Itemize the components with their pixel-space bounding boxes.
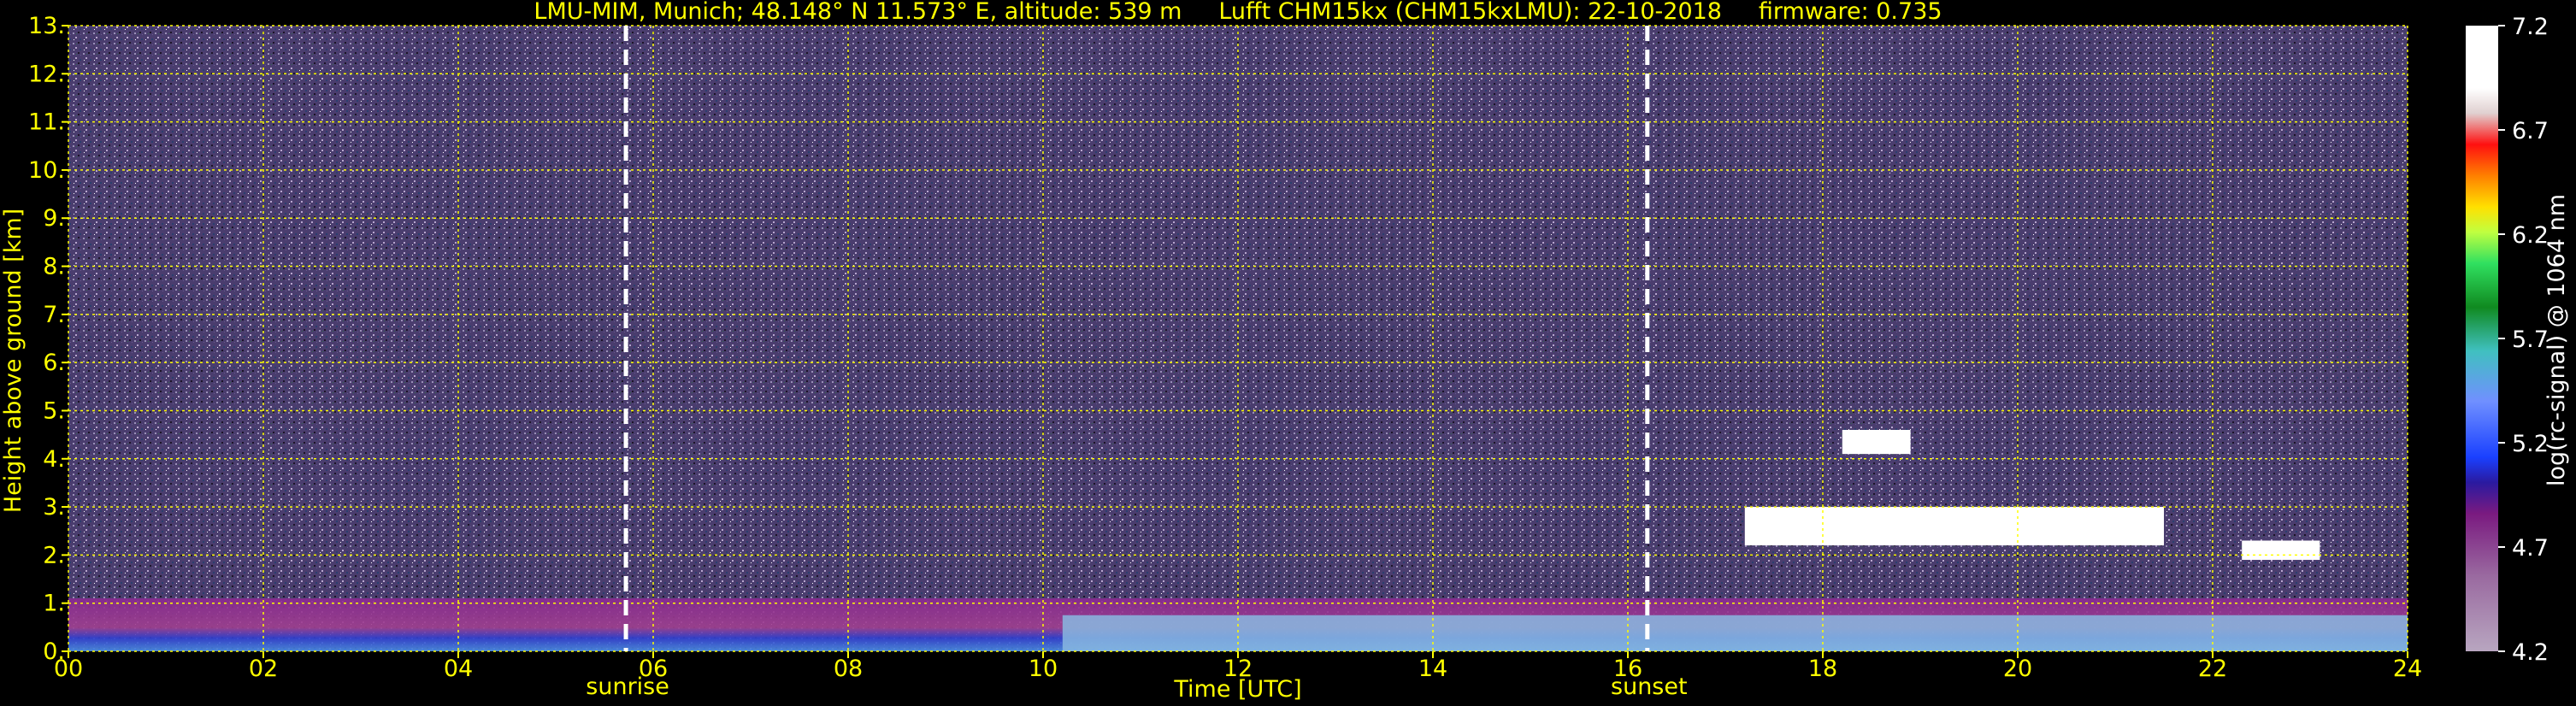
colorbar-tick-label: 6.7 <box>2512 118 2549 144</box>
x-tick-label: 14 <box>1418 656 1447 682</box>
y-axis-ticks: 0. 1. 2. 3. 4. 5. 6. 7. 8. 9. 10. 11. 12. 13. <box>28 13 68 665</box>
y-tick-label: 13. <box>28 13 65 39</box>
x-tick-label: 24 <box>2393 656 2422 682</box>
cloud-feature <box>1744 507 2164 546</box>
cloud-feature <box>2242 540 2320 561</box>
x-tick-label: 16 <box>1613 656 1642 682</box>
y-tick-label: 6. <box>43 350 65 376</box>
chart-title: LMU-MIM, Munich; 48.148° N 11.573° E, al… <box>533 0 1942 25</box>
y-tick-label: 9. <box>43 205 65 232</box>
x-tick-label: 04 <box>444 656 473 682</box>
y-tick-label: 0. <box>43 638 65 665</box>
aerosol-layer <box>1062 615 2408 651</box>
y-tick-label: 12. <box>28 61 65 87</box>
x-tick-label: 02 <box>249 656 278 682</box>
y-tick-label: 1. <box>43 591 65 617</box>
x-tick-label: 10 <box>1029 656 1058 682</box>
colorbar-tick-label: 4.7 <box>2512 535 2549 562</box>
y-tick-label: 3. <box>43 494 65 521</box>
colorbar-tick-label: 4.2 <box>2512 639 2549 666</box>
y-tick-label: 8. <box>43 254 65 280</box>
colorbar-ticks: 4.24.75.25.76.26.77.2 <box>2498 14 2549 666</box>
x-tick-label: 18 <box>1808 656 1837 682</box>
colorbar <box>2466 26 2498 651</box>
colorbar-label: log(rc-signal) @ 1064 nm <box>2544 194 2570 486</box>
y-tick-label: 11. <box>28 109 65 136</box>
ceilometer-chart: sunrise sunset 00 02 04 06 08 10 12 14 16 18 20 22 24… <box>0 0 2570 703</box>
y-tick-label: 7. <box>43 302 65 328</box>
y-tick-label: 2. <box>43 542 65 568</box>
y-tick-label: 5. <box>43 397 65 424</box>
y-axis-label: Height above ground [km] <box>0 209 27 513</box>
colorbar-tick-label: 7.2 <box>2512 14 2549 40</box>
x-tick-label: 08 <box>834 656 863 682</box>
y-tick-label: 10. <box>28 157 65 184</box>
x-tick-label: 06 <box>639 656 668 682</box>
cloud-feature <box>1842 429 1911 455</box>
x-tick-label: 20 <box>2003 656 2032 682</box>
y-tick-label: 4. <box>43 446 65 473</box>
x-tick-label: 22 <box>2198 656 2227 682</box>
x-axis-label: Time [UTC] <box>1173 676 1301 703</box>
